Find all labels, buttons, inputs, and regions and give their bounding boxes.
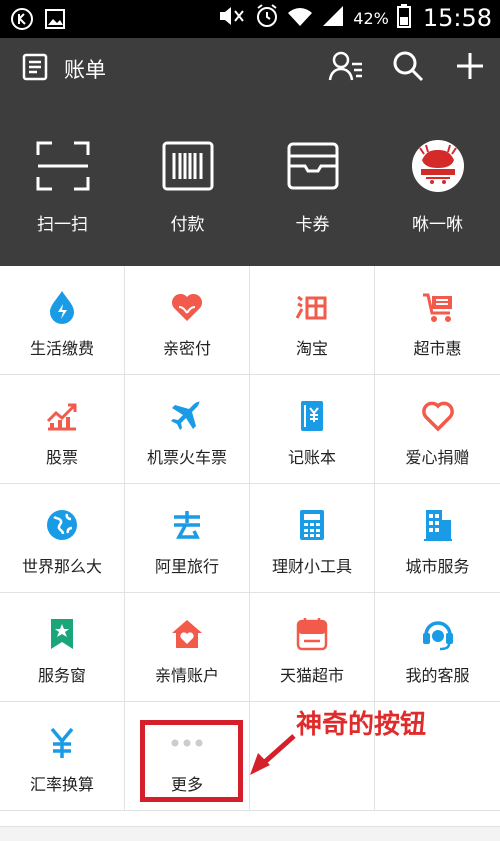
- battery-icon: [396, 4, 411, 32]
- service-label: 生活缴费: [29, 339, 94, 358]
- service-label: 天猫超市: [279, 666, 344, 685]
- bill-button[interactable]: 账单: [20, 52, 106, 86]
- heart-pay-icon: [170, 290, 204, 324]
- stock-chart-icon: [45, 399, 79, 433]
- top-bar: 账单: [0, 38, 500, 100]
- service-label: 超市惠: [413, 339, 462, 358]
- next-row-hint: [0, 826, 500, 841]
- signal-icon: [321, 4, 345, 32]
- service-label: 汇率换算: [29, 775, 94, 794]
- contacts-icon: [328, 50, 364, 86]
- shake-action[interactable]: 咻一咻: [375, 138, 500, 248]
- service-family-account[interactable]: 亲情账户: [125, 593, 250, 702]
- add-button[interactable]: [452, 50, 488, 86]
- clock-time: 15:58: [422, 4, 492, 32]
- service-supermarket[interactable]: 超市惠: [375, 266, 500, 375]
- ledger-icon: [295, 399, 329, 433]
- contacts-button[interactable]: [328, 50, 364, 86]
- barcode-icon: [160, 138, 216, 194]
- service-tickets[interactable]: 机票火车票: [125, 375, 250, 484]
- taobao-icon: [295, 290, 329, 324]
- globe-icon: [45, 508, 79, 542]
- service-ali-travel[interactable]: 阿里旅行: [125, 484, 250, 593]
- service-label: 服务窗: [37, 666, 86, 685]
- headset-icon: [421, 617, 455, 651]
- shake-label: 咻一咻: [412, 215, 463, 235]
- service-finance-tools[interactable]: 理财小工具: [250, 484, 375, 593]
- service-label: 理财小工具: [271, 557, 352, 576]
- service-life-payment[interactable]: 生活缴费: [0, 266, 125, 375]
- k-app-icon: [10, 7, 34, 35]
- service-label: 城市服务: [405, 557, 470, 576]
- card-label: 卡券: [295, 215, 330, 235]
- scan-action[interactable]: 扫一扫: [0, 138, 125, 248]
- service-more[interactable]: 更多: [125, 702, 250, 811]
- building-icon: [421, 508, 455, 542]
- tmall-market-icon: [295, 617, 329, 651]
- service-customer-service[interactable]: 我的客服: [375, 593, 500, 702]
- yen-exchange-icon: [45, 726, 79, 760]
- wifi-icon: [287, 4, 313, 32]
- love-donate-icon: [421, 399, 455, 433]
- service-label: 亲密付: [162, 339, 211, 358]
- annotation-arrow-icon: [250, 734, 296, 775]
- service-tmall-market[interactable]: 天猫超市: [250, 593, 375, 702]
- travel-icon: [170, 508, 204, 542]
- card-wallet-icon: [285, 138, 341, 194]
- service-exchange-rate[interactable]: 汇率换算: [0, 702, 125, 811]
- calculator-icon: [295, 508, 329, 542]
- water-drop-icon: [45, 290, 79, 324]
- service-label: 机票火车票: [146, 448, 227, 467]
- status-bar: 42% 15:58: [0, 0, 500, 38]
- avatar-badge: [411, 140, 464, 192]
- service-intimate-pay[interactable]: 亲密付: [125, 266, 250, 375]
- service-world[interactable]: 世界那么大: [0, 484, 125, 593]
- service-label: 亲情账户: [154, 666, 219, 685]
- service-city[interactable]: 城市服务: [375, 484, 500, 593]
- star-bookmark-icon: [45, 617, 79, 651]
- service-taobao[interactable]: 淘宝: [250, 266, 375, 375]
- service-label: 记账本: [287, 448, 336, 467]
- service-label: 淘宝: [295, 339, 328, 358]
- bill-icon: [20, 52, 50, 86]
- shopping-cart-icon: [421, 290, 455, 324]
- service-window[interactable]: 服务窗: [0, 593, 125, 702]
- service-label: 阿里旅行: [154, 557, 219, 576]
- service-label: 更多: [170, 775, 203, 794]
- airplane-icon: [170, 399, 204, 433]
- card-action[interactable]: 卡券: [250, 138, 375, 248]
- plus-icon: [455, 51, 485, 85]
- bill-label: 账单: [64, 58, 106, 82]
- alarm-icon: [255, 3, 279, 33]
- more-dots-icon: [170, 726, 204, 760]
- service-stock[interactable]: 股票: [0, 375, 125, 484]
- service-label: 股票: [45, 448, 78, 467]
- mute-icon: [217, 3, 247, 33]
- service-ledger[interactable]: 记账本: [250, 375, 375, 484]
- scan-label: 扫一扫: [37, 215, 88, 235]
- family-home-icon: [170, 617, 204, 651]
- home-header: 账单 扫一扫 付款 卡券 咻一咻: [0, 38, 500, 266]
- service-donation[interactable]: 爱心捐赠: [375, 375, 500, 484]
- quick-actions: 扫一扫 付款 卡券 咻一咻: [0, 138, 500, 248]
- scan-icon: [35, 138, 91, 194]
- battery-percent: 42%: [353, 8, 389, 28]
- search-button[interactable]: [390, 50, 426, 86]
- pay-label: 付款: [170, 215, 205, 235]
- pay-action[interactable]: 付款: [125, 138, 250, 248]
- service-label: 我的客服: [405, 666, 470, 685]
- gallery-icon: [44, 8, 66, 34]
- annotation-text: 神奇的按钮: [296, 710, 427, 740]
- service-label: 世界那么大: [21, 557, 102, 576]
- search-icon: [392, 50, 424, 86]
- service-label: 爱心捐赠: [405, 448, 470, 467]
